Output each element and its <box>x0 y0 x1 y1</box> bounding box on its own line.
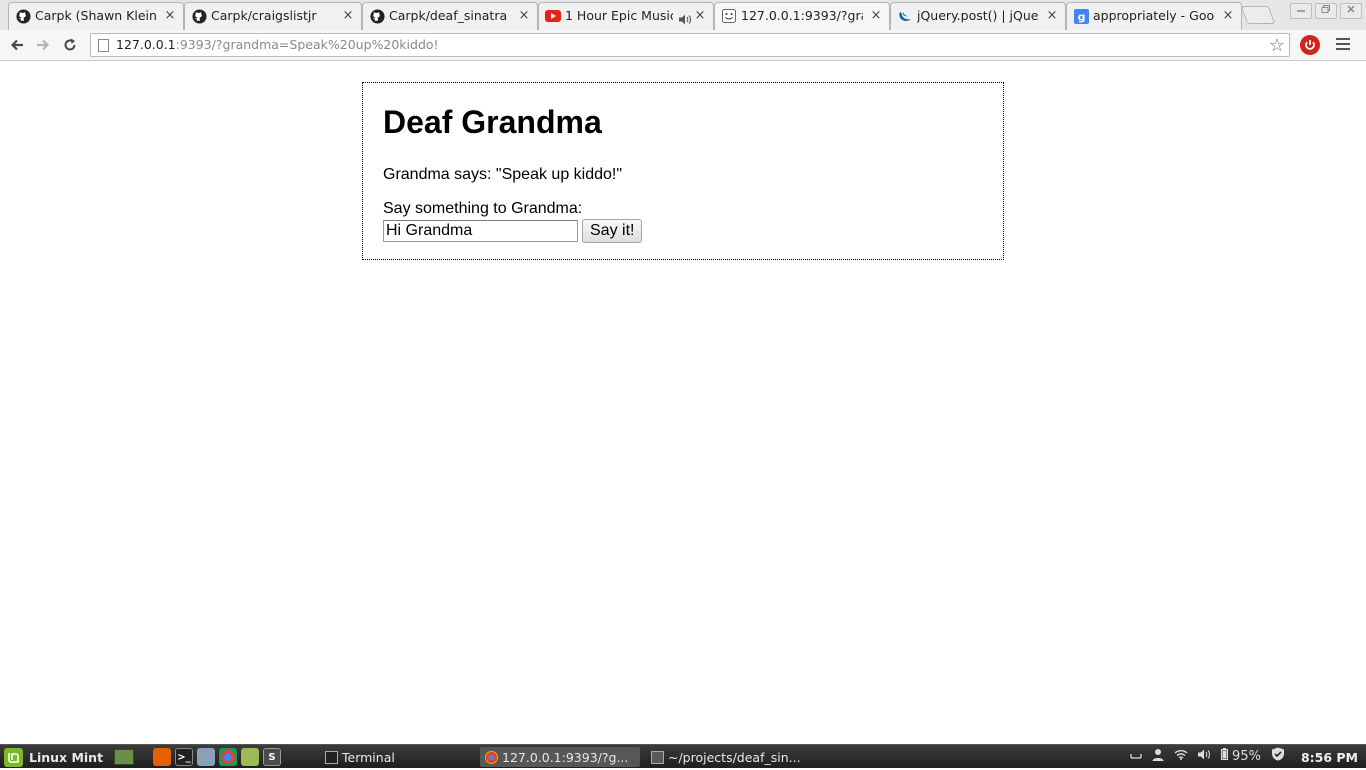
youtube-icon <box>545 8 561 24</box>
terminal-launcher-icon[interactable]: >_ <box>175 748 193 766</box>
url-host: 127.0.0.1 <box>116 37 176 52</box>
tab-close-icon[interactable]: × <box>870 8 882 24</box>
tab-title: Carpk (Shawn Klein) <box>35 8 157 23</box>
minimize-button[interactable] <box>1290 3 1312 19</box>
tab-close-icon[interactable]: × <box>694 8 706 24</box>
tab-epic-music[interactable]: 1 Hour Epic Music × <box>538 2 714 30</box>
chrome-launcher-icon[interactable] <box>219 748 237 766</box>
github-icon <box>15 8 31 24</box>
github-icon <box>191 8 207 24</box>
task-label: 127.0.0.1:9393/?g... <box>502 749 629 765</box>
say-it-button[interactable]: Say it! <box>582 219 643 243</box>
smiley-icon <box>721 8 737 24</box>
shield-icon[interactable] <box>1271 747 1285 767</box>
clock: 8:56 PM <box>1300 749 1358 765</box>
tab-carpk-profile[interactable]: Carpk (Shawn Klein) × <box>8 2 184 30</box>
tab-title: 1 Hour Epic Music <box>565 8 673 23</box>
tab-close-icon[interactable]: × <box>518 8 530 24</box>
task-terminal[interactable]: Terminal <box>320 747 475 767</box>
tab-title: Carpk/craigslistjr <box>211 8 317 23</box>
show-desktop-icon[interactable] <box>114 749 134 765</box>
svg-text:g: g <box>1077 10 1085 23</box>
tab-close-icon[interactable]: × <box>1222 8 1234 24</box>
restore-button[interactable] <box>1315 3 1337 19</box>
page-icon <box>98 39 109 52</box>
speaker-icon <box>679 10 691 29</box>
task-label: Terminal <box>342 749 395 765</box>
task-sublime[interactable]: ~/projects/deaf_sin... <box>646 747 806 767</box>
google-icon: g <box>1073 8 1089 24</box>
start-menu-label: Linux Mint <box>29 749 104 765</box>
extension-icon[interactable] <box>1300 35 1320 55</box>
github-icon <box>369 8 385 24</box>
user-icon[interactable] <box>1152 748 1164 767</box>
tab-title: appropriately - Google <box>1093 8 1215 23</box>
browser-toolbar: 127.0.0.1:9393/?grandma=Speak%20up%20kid… <box>0 30 1366 61</box>
system-tray: 95% 8:56 PM <box>1130 747 1358 767</box>
new-tab-button[interactable] <box>1240 6 1276 24</box>
url-path: :9393/?grandma=Speak%20up%20kiddo! <box>175 37 439 52</box>
page-title: Deaf Grandma <box>383 104 602 140</box>
address-url: 127.0.0.1:9393/?grandma=Speak%20up%20kid… <box>116 37 439 52</box>
files-icon[interactable] <box>241 748 259 766</box>
input-label: Say something to Grandma: <box>383 200 583 217</box>
say-form: Say it! <box>383 219 983 243</box>
jquery-icon <box>897 8 913 24</box>
battery-indicator[interactable]: 95% <box>1220 748 1261 766</box>
terminal-icon <box>325 750 338 764</box>
window-controls <box>1290 3 1366 21</box>
hamburger-menu-icon[interactable] <box>1336 38 1350 53</box>
tab-close-icon[interactable]: × <box>1046 8 1058 24</box>
address-bar[interactable]: 127.0.0.1:9393/?grandma=Speak%20up%20kid… <box>90 33 1290 57</box>
tab-craigslistjr[interactable]: Carpk/craigslistjr × <box>184 2 362 30</box>
volume-icon[interactable] <box>1197 748 1211 766</box>
tab-jquery-post[interactable]: jQuery.post() | jQuery × <box>890 2 1066 30</box>
tab-title: Carpk/deaf_sinatra <box>389 8 508 23</box>
task-label: ~/projects/deaf_sin... <box>668 749 801 765</box>
message-input[interactable] <box>383 220 578 242</box>
tab-strip: Carpk (Shawn Klein) × Carpk/craigslistjr… <box>0 0 1366 30</box>
tab-title: jQuery.post() | jQuery <box>917 8 1039 23</box>
sublime-icon <box>651 750 664 764</box>
start-menu-button[interactable]: Linux Mint <box>4 747 103 767</box>
grandma-response: Grandma says: "Speak up kiddo!" <box>383 166 623 183</box>
tab-appropriately-google[interactable]: g appropriately - Google × <box>1066 2 1242 30</box>
tray-window-icon[interactable] <box>1130 748 1142 766</box>
battery-percent: 95% <box>1232 749 1261 764</box>
wifi-icon[interactable] <box>1174 748 1188 766</box>
tab-close-icon[interactable]: × <box>164 8 176 24</box>
linux-mint-icon <box>4 747 23 767</box>
tab-deaf-grandma-active[interactable]: 127.0.0.1:9393/?grandma × <box>714 2 890 30</box>
reload-button[interactable] <box>59 34 81 56</box>
chrome-icon <box>485 750 498 764</box>
settings-icon[interactable] <box>197 748 215 766</box>
page-viewport: Deaf Grandma Grandma says: "Speak up kid… <box>0 62 1366 744</box>
firefox-icon[interactable] <box>153 748 171 766</box>
task-chrome[interactable]: 127.0.0.1:9393/?g... <box>480 747 640 767</box>
os-taskbar: Linux Mint >_ S Terminal 127.0.0.1:9393/… <box>0 744 1366 768</box>
quick-launch: >_ S <box>153 748 281 766</box>
tab-deaf-sinatra[interactable]: Carpk/deaf_sinatra × <box>362 2 538 30</box>
close-window-button[interactable] <box>1340 3 1362 19</box>
forward-button[interactable] <box>32 34 54 56</box>
sublime-launcher-icon[interactable]: S <box>263 748 281 766</box>
back-button[interactable] <box>6 34 28 56</box>
bookmark-star-icon[interactable]: ☆ <box>1269 35 1285 56</box>
tab-close-icon[interactable]: × <box>342 8 354 24</box>
grandma-panel: Deaf Grandma Grandma says: "Speak up kid… <box>362 82 1004 260</box>
tab-title: 127.0.0.1:9393/?grandma <box>741 8 863 23</box>
